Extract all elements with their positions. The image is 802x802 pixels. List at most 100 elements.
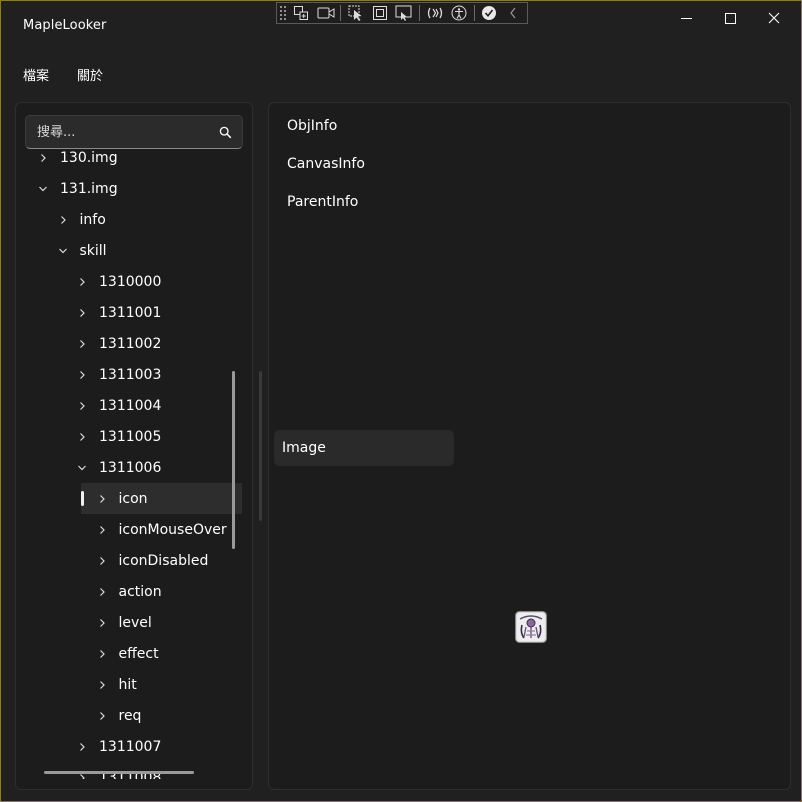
tree-item[interactable]: req	[16, 700, 242, 731]
accessibility-icon	[451, 5, 467, 21]
chevron-right-icon[interactable]	[57, 214, 69, 226]
track-focus-icon	[395, 5, 412, 21]
hot-reload-button[interactable]	[424, 4, 445, 22]
accessibility-button[interactable]	[448, 4, 469, 22]
tree-item[interactable]: level	[16, 607, 242, 638]
tree-pane: 130.img 131.img info skill 1310000 1311001 131…	[15, 102, 253, 790]
tree-item-label: 131.img	[60, 180, 118, 197]
tree-item-label: 1311001	[99, 304, 162, 321]
tree-item-label: 1311005	[99, 428, 162, 445]
image-section-header[interactable]: Image	[274, 430, 454, 466]
select-element-button[interactable]	[345, 4, 366, 22]
tree-item[interactable]: iconDisabled	[16, 545, 242, 576]
search-icon[interactable]	[219, 126, 232, 139]
minimize-icon	[680, 17, 692, 19]
close-icon	[768, 12, 780, 24]
checkmark-circle-icon	[482, 6, 497, 20]
tree-item-label: 1311003	[99, 366, 162, 383]
hot-reload-icon	[427, 7, 442, 19]
tree-item[interactable]: action	[16, 576, 242, 607]
minimize-button[interactable]	[663, 1, 709, 35]
tree-item[interactable]: 1310000	[16, 266, 242, 297]
chevron-down-icon[interactable]	[57, 245, 69, 257]
canvas-info-label: CanvasInfo	[287, 156, 365, 172]
chevron-right-icon[interactable]	[96, 555, 108, 567]
chevron-right-icon[interactable]	[96, 617, 108, 629]
horizontal-scrollbar[interactable]	[44, 771, 194, 774]
no-issues-button[interactable]	[479, 4, 500, 22]
tree-item-label: 1311007	[99, 738, 162, 755]
tree-item[interactable]: 131.img	[16, 173, 242, 204]
app-window: MapleLooker 檔案 關於 搜尋... 130.img 131.img …	[0, 0, 802, 802]
tree-item-label: 1311006	[99, 459, 162, 476]
toolbar-separator	[340, 5, 342, 21]
chevron-down-icon[interactable]	[76, 462, 88, 474]
search-box[interactable]	[25, 115, 243, 149]
tree-item-label: iconMouseOver	[118, 521, 227, 538]
tree-item-label: action	[118, 583, 162, 600]
tree-item-label: icon	[118, 490, 148, 507]
obj-info-label: ObjInfo	[287, 118, 338, 134]
live-tree-icon	[294, 6, 309, 20]
chevron-right-icon[interactable]	[76, 400, 88, 412]
menu-file[interactable]: 檔案	[15, 59, 57, 89]
tree-item[interactable]: effect	[16, 638, 242, 669]
chevron-right-icon[interactable]	[96, 679, 108, 691]
chevron-right-icon[interactable]	[96, 710, 108, 722]
tree-item[interactable]: info	[16, 204, 242, 235]
tree-item-label: 1311002	[99, 335, 162, 352]
record-button[interactable]	[315, 4, 336, 22]
display-layout-button[interactable]	[370, 4, 391, 22]
camera-icon	[317, 7, 335, 19]
app-title: MapleLooker	[23, 18, 107, 33]
chevron-right-icon[interactable]	[76, 741, 88, 753]
tree-item[interactable]: iconMouseOver	[16, 514, 242, 545]
tree-item[interactable]: 1311006	[16, 452, 242, 483]
maximize-button[interactable]	[707, 1, 753, 35]
search-input[interactable]	[26, 116, 206, 148]
chevron-right-icon[interactable]	[96, 648, 108, 660]
tree-item[interactable]: 1311003	[16, 359, 242, 390]
select-cursor-icon	[348, 5, 362, 21]
maximize-icon	[724, 12, 736, 24]
chevron-right-icon[interactable]	[76, 338, 88, 350]
menu-bar: 檔案 關於	[15, 59, 123, 89]
toolbar-grip-icon[interactable]	[279, 5, 287, 21]
close-button[interactable]	[751, 1, 797, 35]
chevron-right-icon[interactable]	[76, 369, 88, 381]
chevron-right-icon[interactable]	[96, 493, 108, 505]
debug-toolbar	[276, 2, 528, 24]
live-tree-button[interactable]	[291, 4, 312, 22]
tree-view[interactable]: 130.img 131.img info skill 1310000 1311001 131…	[16, 149, 242, 779]
tree-item[interactable]: icon	[80, 483, 242, 514]
tree-item[interactable]: 1311002	[16, 328, 242, 359]
chevron-right-icon[interactable]	[76, 431, 88, 443]
tree-item[interactable]: 130.img	[16, 149, 242, 173]
tree-item-label: 1310000	[99, 273, 162, 290]
collapse-toolbar-button[interactable]	[503, 4, 524, 22]
chevron-right-icon[interactable]	[37, 152, 49, 164]
toolbar-separator	[473, 5, 475, 21]
tree-item[interactable]: 1311001	[16, 297, 242, 328]
tree-item[interactable]: 1311004	[16, 390, 242, 421]
chevron-right-icon[interactable]	[96, 524, 108, 536]
skill-icon-preview	[515, 611, 547, 643]
tree-item[interactable]: skill	[16, 235, 242, 266]
chevron-left-icon	[510, 7, 516, 19]
layout-adorner-icon	[373, 6, 388, 20]
tree-item[interactable]: 1311005	[16, 421, 242, 452]
parent-info-label: ParentInfo	[287, 194, 359, 210]
chevron-right-icon[interactable]	[76, 307, 88, 319]
toolbar-separator	[419, 5, 420, 21]
menu-about[interactable]: 關於	[69, 59, 111, 89]
selection-indicator	[80, 491, 84, 506]
chevron-right-icon[interactable]	[76, 276, 88, 288]
pane-splitter[interactable]	[259, 371, 262, 521]
tree-item-label: hit	[118, 676, 137, 693]
chevron-right-icon[interactable]	[96, 586, 108, 598]
tree-item[interactable]: hit	[16, 669, 242, 700]
track-focus-button[interactable]	[394, 4, 415, 22]
tree-item[interactable]: 1311007	[16, 731, 242, 762]
chevron-down-icon[interactable]	[37, 183, 49, 195]
vertical-scrollbar[interactable]	[232, 371, 235, 549]
